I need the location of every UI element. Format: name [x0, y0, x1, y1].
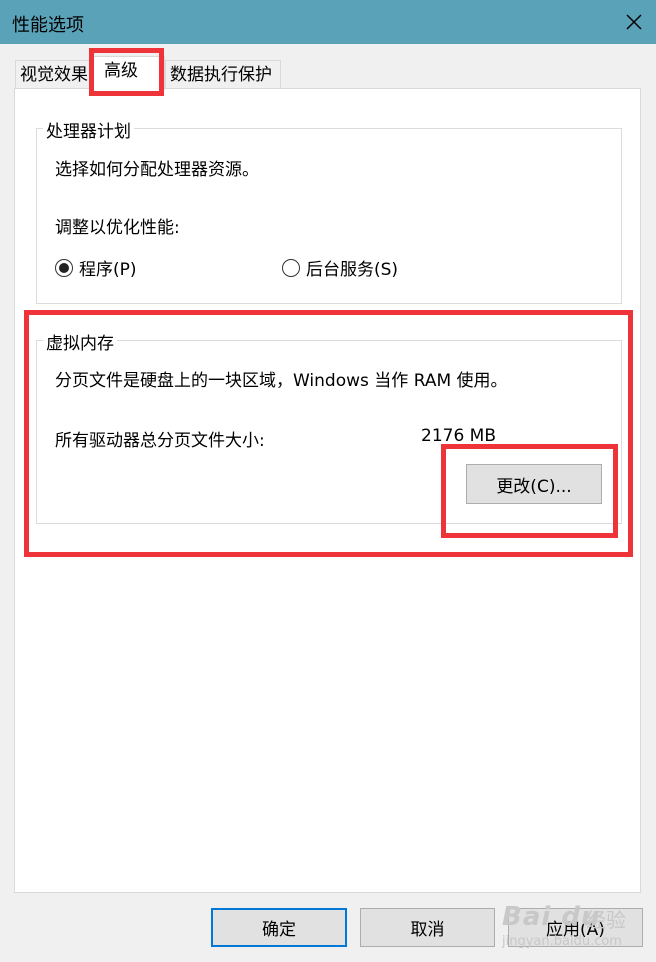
radio-programs[interactable]: 程序(P): [55, 255, 137, 280]
ok-button[interactable]: 确定: [211, 908, 347, 947]
change-button[interactable]: 更改(C)...: [466, 464, 602, 504]
window-title: 性能选项: [12, 15, 84, 36]
tab-panel: 处理器计划 选择如何分配处理器资源。 调整以优化性能: 程序(P) 后台服务(S…: [14, 88, 641, 893]
virtual-memory-description: 分页文件是硬盘上的一块区域，Windows 当作 RAM 使用。: [55, 371, 508, 391]
tab-advanced[interactable]: 高级: [93, 56, 165, 90]
processor-description: 选择如何分配处理器资源。: [55, 160, 259, 180]
close-icon: [626, 14, 642, 30]
radio-selected-dot: [59, 262, 69, 273]
title-bar: 性能选项: [0, 0, 656, 44]
total-paging-size-label: 所有驱动器总分页文件大小:: [55, 431, 265, 451]
close-button[interactable]: [612, 0, 656, 44]
radio-circle: [282, 258, 300, 277]
group-title: 虚拟内存: [43, 329, 117, 354]
tab-strip: 视觉效果 高级 数据执行保护: [0, 56, 656, 90]
group-title: 处理器计划: [43, 117, 134, 142]
radio-label: 后台服务(S): [306, 260, 399, 280]
apply-button[interactable]: 应用(A): [508, 908, 643, 947]
radio-label: 程序(P): [79, 260, 137, 280]
tab-data-execution-prevention[interactable]: 数据执行保护: [165, 60, 281, 88]
total-paging-size-value: 2176 MB: [421, 426, 496, 446]
tab-visual-effects[interactable]: 视觉效果: [15, 60, 93, 88]
radio-circle: [55, 258, 73, 277]
virtual-memory-group: 虚拟内存 分页文件是硬盘上的一块区域，Windows 当作 RAM 使用。 所有…: [36, 329, 622, 524]
radio-background-services[interactable]: 后台服务(S): [282, 255, 398, 280]
processor-scheduling-group: 处理器计划 选择如何分配处理器资源。 调整以优化性能: 程序(P) 后台服务(S…: [36, 117, 622, 304]
cancel-button[interactable]: 取消: [360, 908, 495, 947]
adjust-label: 调整以优化性能:: [55, 218, 180, 238]
